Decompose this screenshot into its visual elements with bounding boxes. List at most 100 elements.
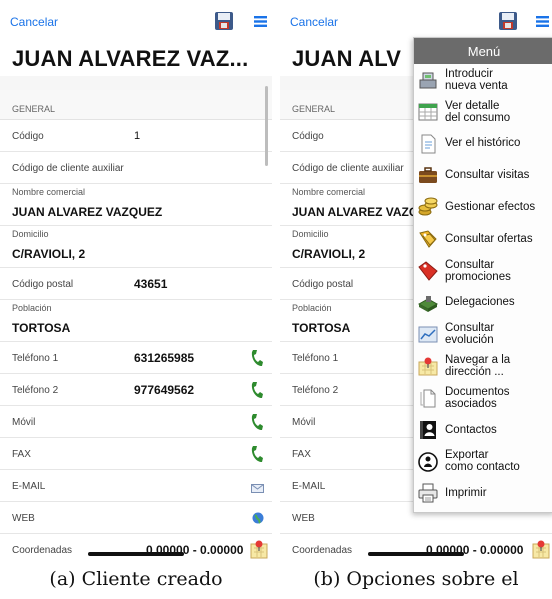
client-form: GENERAL Código 1 Código de cliente auxil… <box>0 76 272 562</box>
caption-b: (b) Opciones sobre el <box>313 568 519 590</box>
menu-item-exportar[interactable]: Exportar como contacto <box>414 446 552 478</box>
menu-item-label: Ver el histórico <box>445 137 521 150</box>
phone-icon[interactable] <box>250 381 264 404</box>
field-label: Teléfono 2 <box>292 385 339 396</box>
field-domicilio[interactable]: Domicilio C/RAVIOLI, 2 <box>0 226 272 268</box>
menu-item-imprimir[interactable]: Imprimir <box>414 477 552 509</box>
printer-icon <box>417 482 439 504</box>
phone-icon[interactable] <box>250 349 264 372</box>
options-menu: Menú Introducir nueva venta Ver detalle … <box>413 37 552 513</box>
field-codigo-auxiliar[interactable]: Código de cliente auxiliar <box>0 152 272 184</box>
field-label: Móvil <box>292 417 316 428</box>
field-nombre-comercial[interactable]: Nombre comercial JUAN ALVAREZ VAZQUEZ <box>0 184 272 226</box>
menu-item-efectos[interactable]: Gestionar efectos <box>414 191 552 223</box>
field-label: Población <box>292 303 332 313</box>
menu-item-detalle-consumo[interactable]: Ver detalle del consumo <box>414 96 552 128</box>
briefcase-icon <box>417 164 439 186</box>
field-value: 1 <box>134 130 141 142</box>
menu-item-label: Imprimir <box>445 487 487 500</box>
menu-item-label: Delegaciones <box>445 296 515 309</box>
menu-item-label: Documentos asociados <box>445 385 510 410</box>
cash-register-icon <box>417 69 439 91</box>
map-pin-icon[interactable] <box>250 539 268 562</box>
field-label: FAX <box>292 449 311 460</box>
field-value: C/RAVIOLI, 2 <box>292 247 366 261</box>
field-label: WEB <box>12 513 35 524</box>
menu-icon[interactable] <box>254 15 267 28</box>
field-label: Código postal <box>292 279 354 290</box>
menu-icon[interactable] <box>536 15 549 28</box>
field-value: C/RAVIOLI, 2 <box>12 247 86 261</box>
promo-tag-icon <box>417 260 439 282</box>
menu-item-label: Ver detalle del consumo <box>445 99 511 124</box>
field-web[interactable]: WEB <box>0 502 272 534</box>
menu-item-label: Consultar visitas <box>445 169 530 182</box>
menu-item-delegaciones[interactable]: Delegaciones <box>414 287 552 319</box>
mail-icon[interactable] <box>251 480 264 498</box>
field-label: Nombre comercial <box>292 187 366 197</box>
field-value: 43651 <box>134 277 168 291</box>
phone-icon[interactable] <box>250 413 264 436</box>
field-telefono-2[interactable]: Teléfono 2 977649562 <box>0 374 272 406</box>
field-coordenadas[interactable]: Coordenadas 0.00000 - 0.00000 <box>0 534 272 562</box>
field-label: Domicilio <box>292 229 329 239</box>
menu-item-label: Introducir nueva venta <box>445 67 508 92</box>
field-label: E-MAIL <box>292 481 326 492</box>
menu-item-label: Gestionar efectos <box>445 201 536 214</box>
field-value: TORTOSA <box>12 321 71 335</box>
field-coordenadas[interactable]: Coordenadas 0.00000 - 0.00000 <box>280 534 552 562</box>
field-label: Domicilio <box>12 229 49 239</box>
field-value: 977649562 <box>134 383 195 397</box>
document-icon <box>417 133 439 155</box>
field-email[interactable]: E-MAIL <box>0 470 272 502</box>
home-indicator <box>88 552 184 556</box>
coins-icon <box>417 196 439 218</box>
field-poblacion[interactable]: Población TORTOSA <box>0 300 272 342</box>
scrollbar[interactable] <box>265 86 268 166</box>
field-label: Código <box>292 131 324 142</box>
field-codigo[interactable]: Código 1 <box>0 120 272 152</box>
field-label: Coordenadas <box>292 545 353 556</box>
nav-bar: Cancelar <box>0 0 272 44</box>
menu-item-promociones[interactable]: Consultar promociones <box>414 255 552 287</box>
field-label: Código <box>12 131 44 142</box>
page-title: JUAN ALVAREZ VAZ... <box>12 46 249 71</box>
menu-item-ofertas[interactable]: Consultar ofertas <box>414 223 552 255</box>
field-codigo-postal[interactable]: Código postal 43651 <box>0 268 272 300</box>
menu-item-contactos[interactable]: Contactos <box>414 414 552 446</box>
menu-item-evolucion[interactable]: Consultar evolución <box>414 318 552 350</box>
delegations-icon <box>417 292 439 314</box>
cancel-button[interactable]: Cancelar <box>10 15 58 29</box>
field-value: JUAN ALVAREZ VAZQUEZ <box>12 205 163 219</box>
menu-item-documentos[interactable]: Documentos asociados <box>414 382 552 414</box>
save-icon[interactable] <box>498 11 518 31</box>
field-movil[interactable]: Móvil <box>0 406 272 438</box>
field-value: 631265985 <box>134 351 195 365</box>
price-tags-icon <box>417 228 439 250</box>
phone-icon[interactable] <box>250 445 264 468</box>
field-value: JUAN ALVAREZ VAZQ <box>292 205 419 219</box>
globe-icon[interactable] <box>252 511 264 529</box>
field-label: Teléfono 2 <box>12 385 59 396</box>
field-fax[interactable]: FAX <box>0 438 272 470</box>
field-label: Teléfono 1 <box>292 353 339 364</box>
menu-item-visitas[interactable]: Consultar visitas <box>414 159 552 191</box>
map-pin-icon <box>417 355 439 377</box>
menu-item-navegar[interactable]: Navegar a la dirección ... <box>414 350 552 382</box>
screen-client-created: Cancelar JUAN ALVAREZ VAZ... GENERAL Cód… <box>0 0 272 562</box>
documents-icon <box>417 387 439 409</box>
export-contact-icon <box>417 451 439 473</box>
menu-item-historico[interactable]: Ver el histórico <box>414 128 552 160</box>
menu-title: Menú <box>414 38 552 64</box>
field-value: TORTOSA <box>292 321 351 335</box>
menu-item-label: Exportar como contacto <box>445 449 520 474</box>
map-pin-icon[interactable] <box>532 539 550 562</box>
field-label: Coordenadas <box>12 545 73 556</box>
field-label: Nombre comercial <box>12 187 86 197</box>
menu-item-label: Consultar evolución <box>445 322 495 347</box>
cancel-button[interactable]: Cancelar <box>290 15 338 29</box>
field-label: Código postal <box>12 279 74 290</box>
save-icon[interactable] <box>214 11 234 31</box>
menu-item-nueva-venta[interactable]: Introducir nueva venta <box>414 64 552 96</box>
field-telefono-1[interactable]: Teléfono 1 631265985 <box>0 342 272 374</box>
